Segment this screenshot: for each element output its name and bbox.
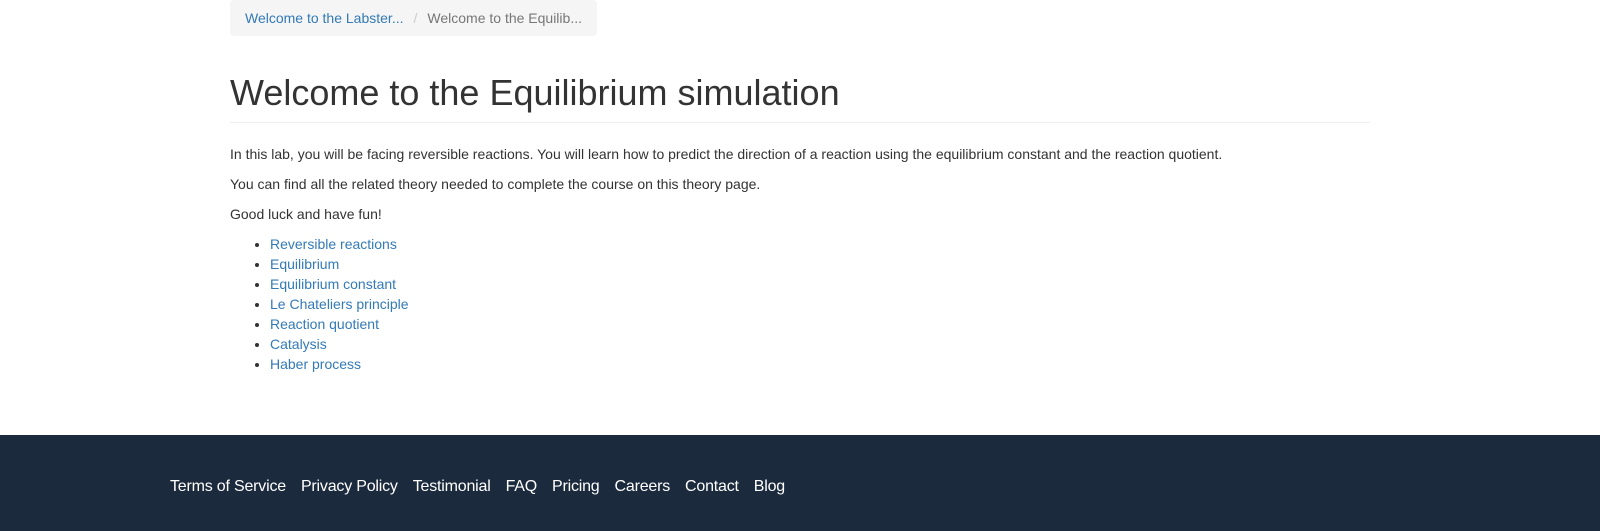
breadcrumb-item-current: Welcome to the Equilib...: [427, 10, 582, 26]
breadcrumb-separator: /: [413, 10, 418, 26]
footer-link-testimonial[interactable]: Testimonial: [413, 478, 491, 496]
page-content: In this lab, you will be facing reversib…: [230, 144, 1370, 374]
link-equilibrium-constant[interactable]: Equilibrium constant: [270, 276, 396, 292]
footer-nav: Terms of Service Privacy Policy Testimon…: [170, 478, 785, 496]
link-reversible-reactions[interactable]: Reversible reactions: [270, 236, 397, 252]
footer-link-pricing[interactable]: Pricing: [552, 478, 600, 496]
list-item: Catalysis: [270, 334, 1370, 354]
page: Welcome to the Labster... / Welcome to t…: [0, 0, 1600, 531]
theory-paragraph: You can find all the related theory need…: [230, 176, 761, 192]
link-haber-process[interactable]: Haber process: [270, 356, 361, 372]
footer-link-blog[interactable]: Blog: [754, 478, 785, 496]
list-item: Equilibrium: [270, 254, 1370, 274]
footer: Terms of Service Privacy Policy Testimon…: [0, 435, 1600, 531]
list-item: Reversible reactions: [270, 234, 1370, 254]
breadcrumb: Welcome to the Labster... / Welcome to t…: [230, 0, 597, 36]
breadcrumb-item-labster[interactable]: Welcome to the Labster...: [245, 10, 404, 26]
footer-link-privacy[interactable]: Privacy Policy: [301, 478, 398, 496]
footer-link-faq[interactable]: FAQ: [506, 478, 538, 496]
link-equilibrium[interactable]: Equilibrium: [270, 256, 339, 272]
page-title: Welcome to the Equilibrium simulation: [230, 73, 1370, 123]
footer-link-terms[interactable]: Terms of Service: [170, 478, 286, 496]
list-item: Haber process: [270, 354, 1370, 374]
good-luck-paragraph: Good luck and have fun!: [230, 206, 382, 222]
list-item: Equilibrium constant: [270, 274, 1370, 294]
theory-links-list: Reversible reactions Equilibrium Equilib…: [230, 234, 1370, 374]
list-item: Reaction quotient: [270, 314, 1370, 334]
intro-paragraph: In this lab, you will be facing reversib…: [230, 146, 1223, 162]
footer-link-careers[interactable]: Careers: [615, 478, 671, 496]
link-le-chateliers-principle[interactable]: Le Chateliers principle: [270, 296, 409, 312]
main-container: Welcome to the Labster... / Welcome to t…: [230, 0, 1370, 372]
footer-link-contact[interactable]: Contact: [685, 478, 739, 496]
list-item: Le Chateliers principle: [270, 294, 1370, 314]
link-reaction-quotient[interactable]: Reaction quotient: [270, 316, 379, 332]
link-catalysis[interactable]: Catalysis: [270, 336, 327, 352]
